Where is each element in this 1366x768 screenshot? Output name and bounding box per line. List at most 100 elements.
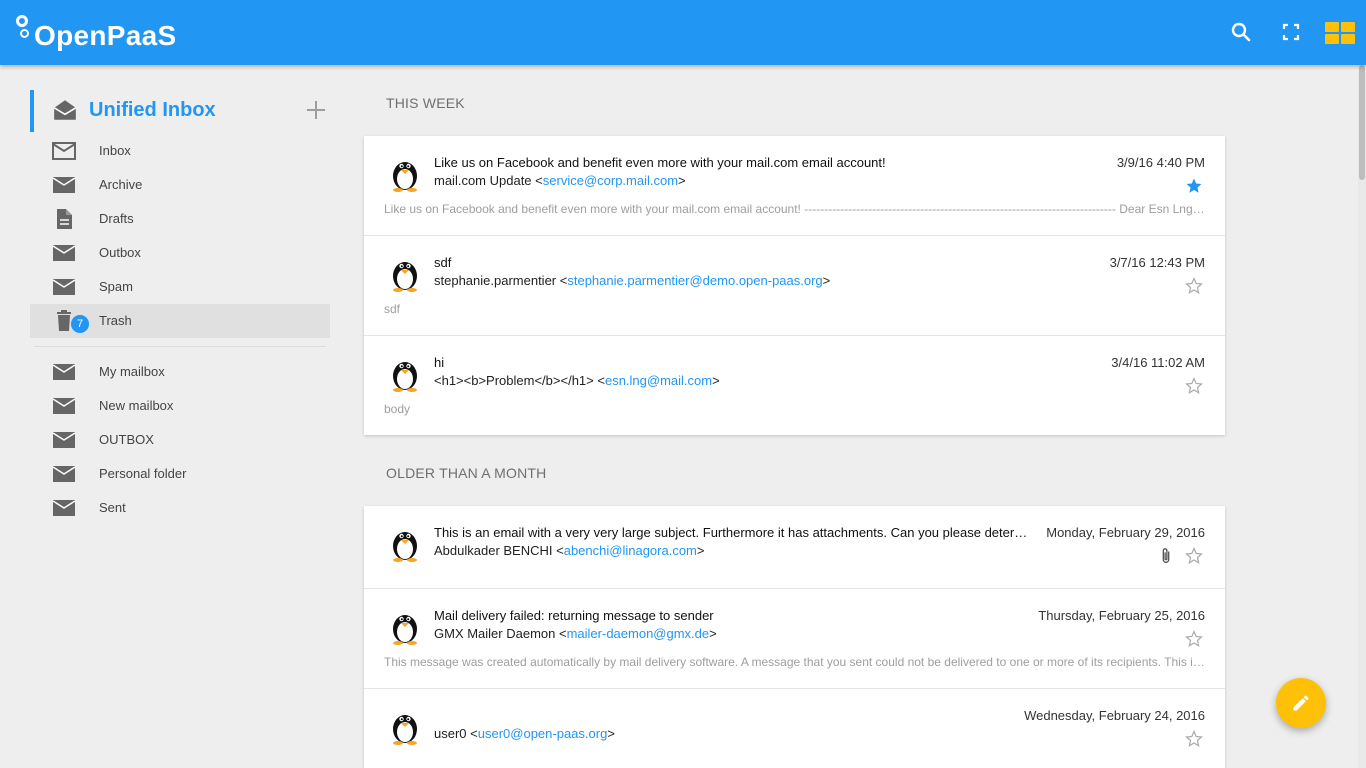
avatar xyxy=(393,532,417,562)
mail-icon xyxy=(52,398,76,414)
apps-grid-icon[interactable] xyxy=(1325,22,1355,44)
email-preview: Like us on Facebook and benefit even mor… xyxy=(384,202,1205,216)
sender-name: mail.com Update xyxy=(434,173,532,188)
mail-icon xyxy=(52,432,76,448)
sidebar-item-sent[interactable]: Sent xyxy=(30,491,330,525)
sender-address[interactable]: service@corp.mail.com xyxy=(543,173,678,188)
email-list-this-week: Like us on Facebook and benefit even mor… xyxy=(364,136,1225,435)
sidebar-item-label: New mailbox xyxy=(99,398,174,413)
logo-text: OpenPaaS xyxy=(34,20,177,51)
sidebar-item-label: Archive xyxy=(99,177,143,192)
email-date: Thursday, February 25, 2016 xyxy=(1038,608,1205,623)
sidebar-item-label: Trash xyxy=(99,313,132,328)
mail-icon xyxy=(52,245,76,261)
email-sender: stephanie.parmentier <stephanie.parmenti… xyxy=(434,273,831,288)
unread-count-badge: 7 xyxy=(71,315,89,333)
unified-inbox-item[interactable]: Unified Inbox xyxy=(30,88,330,134)
email-item[interactable]: This is an email with a very very large … xyxy=(364,506,1225,589)
email-date: 3/9/16 4:40 PM xyxy=(1116,155,1205,170)
sidebar-item-new-mailbox[interactable]: New mailbox xyxy=(30,389,330,423)
attachment-icon xyxy=(1162,548,1170,563)
sidebar-item-personal-folder[interactable]: Personal folder xyxy=(30,457,330,491)
mail-icon xyxy=(52,466,76,482)
sender-address[interactable]: esn.lng@mail.com xyxy=(605,373,712,388)
sender-name: user0 xyxy=(434,726,467,741)
sidebar-item-drafts[interactable]: Drafts xyxy=(30,202,330,236)
sender-address[interactable]: stephanie.parmentier@demo.open-paas.org xyxy=(567,273,822,288)
compose-button[interactable] xyxy=(1276,678,1326,728)
sidebar-item-label: Inbox xyxy=(99,143,131,158)
email-date: 3/7/16 12:43 PM xyxy=(1109,255,1205,270)
sidebar-item-outbox[interactable]: Outbox xyxy=(30,236,330,270)
mail-icon xyxy=(52,279,76,295)
fullscreen-icon[interactable] xyxy=(1279,20,1303,44)
email-preview: This message was created automatically b… xyxy=(384,655,1205,669)
email-date: Monday, February 29, 2016 xyxy=(1046,525,1205,540)
open-envelope-icon xyxy=(53,100,77,120)
sender-name: GMX Mailer Daemon xyxy=(434,626,556,641)
sender-name: stephanie.parmentier xyxy=(434,273,557,288)
avatar xyxy=(393,362,417,392)
email-date: Wednesday, February 24, 2016 xyxy=(1024,708,1205,723)
email-sender: <h1><b>Problem</b></h1> <esn.lng@mail.co… xyxy=(434,373,720,388)
avatar xyxy=(393,615,417,645)
sidebar-item-outbox-custom[interactable]: OUTBOX xyxy=(30,423,330,457)
email-list-older: This is an email with a very very large … xyxy=(364,506,1225,768)
unified-inbox-label: Unified Inbox xyxy=(89,99,216,121)
document-icon xyxy=(57,209,72,229)
sidebar-item-label: Sent xyxy=(99,500,126,515)
email-item[interactable]: sdf stephanie.parmentier <stephanie.parm… xyxy=(364,236,1225,336)
star-filled-icon[interactable] xyxy=(1185,177,1203,195)
star-outline-icon[interactable] xyxy=(1185,377,1203,395)
mail-icon xyxy=(52,500,76,516)
sidebar-item-label: Spam xyxy=(99,279,133,294)
email-sender: user0 <user0@open-paas.org> xyxy=(434,726,615,741)
sender-address[interactable]: user0@open-paas.org xyxy=(478,726,608,741)
section-title-this-week: THIS WEEK xyxy=(386,95,465,111)
sender-address[interactable]: mailer-daemon@gmx.de xyxy=(567,626,710,641)
sidebar-item-trash[interactable]: 7 Trash xyxy=(30,304,330,338)
sidebar-item-my-mailbox[interactable]: My mailbox xyxy=(30,355,330,389)
star-outline-icon[interactable] xyxy=(1185,277,1203,295)
inbox-icon xyxy=(52,142,76,160)
sidebar-item-inbox[interactable]: Inbox xyxy=(30,134,330,168)
search-icon[interactable] xyxy=(1229,20,1253,44)
sidebar-item-label: Drafts xyxy=(99,211,134,226)
email-item[interactable]: Mail delivery failed: returning message … xyxy=(364,589,1225,689)
sidebar-item-archive[interactable]: Archive xyxy=(30,168,330,202)
page-scrollbar[interactable] xyxy=(1358,65,1366,768)
email-subject: hi xyxy=(434,355,445,370)
email-subject: sdf xyxy=(434,255,452,270)
star-outline-icon[interactable] xyxy=(1185,630,1203,648)
email-preview: sdf xyxy=(384,302,401,316)
section-title-older: OLDER THAN A MONTH xyxy=(386,465,547,481)
add-folder-icon[interactable] xyxy=(306,100,326,120)
openpaas-logo[interactable]: OpenPaaS xyxy=(14,13,176,53)
custom-folder-list: My mailbox New mailbox OUTBOX Personal f… xyxy=(30,355,330,525)
sidebar-item-spam[interactable]: Spam xyxy=(30,270,330,304)
pencil-icon xyxy=(1293,695,1309,711)
system-folder-list: Inbox Archive Drafts Outbox Spam 7 Trash xyxy=(30,134,330,338)
sidebar-item-label: My mailbox xyxy=(99,364,165,379)
sidebar-item-label: Personal folder xyxy=(99,466,187,481)
email-date: 3/4/16 11:02 AM xyxy=(1111,355,1205,370)
scrollbar-thumb[interactable] xyxy=(1359,65,1365,180)
sender-name: <h1><b>Problem</b></h1> xyxy=(434,373,594,388)
avatar xyxy=(393,162,417,192)
email-item[interactable]: Like us on Facebook and benefit even mor… xyxy=(364,136,1225,236)
email-subject: Like us on Facebook and benefit even mor… xyxy=(434,155,886,170)
email-preview: body xyxy=(384,402,411,416)
email-sender: GMX Mailer Daemon <mailer-daemon@gmx.de> xyxy=(434,626,717,641)
email-item[interactable]: user0 <user0@open-paas.org> Wednesday, F… xyxy=(364,689,1225,768)
logo-mark xyxy=(14,13,36,53)
top-bar: OpenPaaS xyxy=(0,0,1366,65)
mail-icon xyxy=(52,364,76,380)
star-outline-icon[interactable] xyxy=(1185,730,1203,748)
email-subject: Mail delivery failed: returning message … xyxy=(434,608,714,623)
email-item[interactable]: hi <h1><b>Problem</b></h1> <esn.lng@mail… xyxy=(364,336,1225,435)
star-outline-icon[interactable] xyxy=(1185,547,1203,565)
email-subject: This is an email with a very very large … xyxy=(434,525,1034,540)
email-sender: Abdulkader BENCHI <abenchi@linagora.com> xyxy=(434,543,705,558)
sender-address[interactable]: abenchi@linagora.com xyxy=(564,543,697,558)
sidebar-item-label: OUTBOX xyxy=(99,432,154,447)
